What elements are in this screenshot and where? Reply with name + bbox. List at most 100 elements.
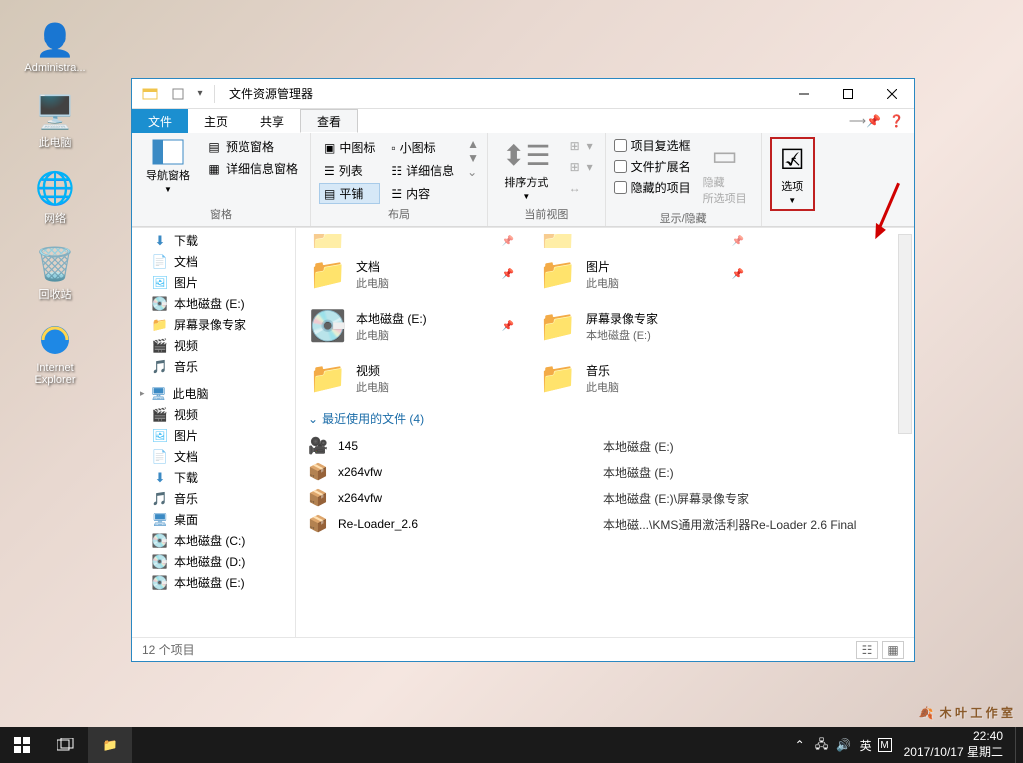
group-by-button[interactable]: ⊞▾ bbox=[563, 137, 597, 155]
preview-pane-icon: ▤ bbox=[206, 139, 222, 155]
close-button[interactable] bbox=[870, 80, 914, 108]
folder-icon: 📁 bbox=[308, 358, 348, 398]
tile-music[interactable]: 📁音乐此电脑 bbox=[526, 352, 756, 404]
nav-drive-e[interactable]: 💽本地磁盘 (E:) bbox=[132, 293, 295, 314]
sort-icon: ⬍☰ bbox=[502, 139, 551, 172]
file-list-pane[interactable]: 📁 📌 📁 📌 📁文档此电脑📌 📁图片此电脑📌 💽本地磁盘 (E:)此电脑📌 📁屏幕… bbox=[296, 228, 914, 637]
watermark: 🍂 木 叶 工 作 室 bbox=[919, 704, 1013, 721]
item-count: 12 个项目 bbox=[142, 641, 195, 658]
taskbar-file-explorer[interactable]: 📁 bbox=[88, 727, 132, 763]
tile-documents[interactable]: 📁文档此电脑📌 bbox=[296, 248, 526, 300]
ime-indicator[interactable]: 英 bbox=[856, 735, 876, 755]
folder-icon: 📁 bbox=[538, 306, 578, 346]
start-button[interactable] bbox=[0, 727, 44, 763]
layout-details[interactable]: ☷详细信息 bbox=[386, 160, 459, 181]
item-checkboxes-toggle[interactable]: 项目复选框 bbox=[614, 137, 691, 154]
layout-tiles[interactable]: ▤平铺 bbox=[319, 183, 380, 204]
layout-scroll-down[interactable]: ▼ bbox=[467, 151, 479, 165]
pin-icon: 📌 bbox=[502, 321, 514, 332]
details-pane-button[interactable]: ▦详细信息窗格 bbox=[202, 159, 302, 178]
nav-downloads[interactable]: ⬇下载 bbox=[132, 230, 295, 251]
vertical-scrollbar[interactable] bbox=[898, 234, 912, 434]
qat-properties[interactable] bbox=[168, 84, 188, 104]
ime-mode-icon[interactable]: M bbox=[878, 738, 892, 752]
navigation-pane[interactable]: ⬇下载 📄文档 🖼图片 💽本地磁盘 (E:) 📁屏幕录像专家 🎬视频 🎵音乐 ▸… bbox=[132, 228, 296, 637]
layout-scroll-up[interactable]: ▲ bbox=[467, 137, 479, 151]
preview-pane-button[interactable]: ▤预览窗格 bbox=[202, 137, 302, 156]
chevron-down-icon: ⌄ bbox=[308, 412, 318, 426]
details-view-button[interactable]: ☷ bbox=[856, 641, 878, 659]
pin-icon: 📌 bbox=[502, 269, 514, 280]
nav-thispc-drive-c[interactable]: 💽本地磁盘 (C:) bbox=[132, 530, 295, 551]
window-title: 文件资源管理器 bbox=[229, 85, 313, 102]
hidden-items-toggle[interactable]: 隐藏的项目 bbox=[614, 179, 691, 196]
size-columns-button[interactable]: ↔ bbox=[563, 179, 597, 197]
desktop-icon-ie[interactable]: Internet Explorer bbox=[20, 320, 90, 386]
recycle-bin-icon: 🗑️ bbox=[35, 244, 75, 284]
nav-thispc-music[interactable]: 🎵音乐 bbox=[132, 488, 295, 509]
ribbon-group-options: ☑↖ 选项 ▼ bbox=[762, 133, 823, 226]
nav-thispc-drive-e[interactable]: 💽本地磁盘 (E:) bbox=[132, 572, 295, 593]
nav-pictures[interactable]: 🖼图片 bbox=[132, 272, 295, 293]
layout-content[interactable]: ☱内容 bbox=[386, 183, 459, 204]
layout-medium-icons[interactable]: ▣中图标 bbox=[319, 137, 380, 158]
sort-by-button[interactable]: ⬍☰ 排序方式 ▼ bbox=[496, 137, 557, 203]
ie-icon bbox=[35, 320, 75, 360]
app-icon bbox=[138, 82, 162, 106]
recent-file-2[interactable]: 📦x264vfw本地磁盘 (E:)\屏幕录像专家 bbox=[296, 485, 914, 511]
tab-view[interactable]: 查看 bbox=[300, 109, 358, 133]
nav-music[interactable]: 🎵音乐 bbox=[132, 356, 295, 377]
tab-share[interactable]: 共享 bbox=[244, 109, 300, 133]
file-extensions-toggle[interactable]: 文件扩展名 bbox=[614, 158, 691, 175]
ribbon-pin-icon[interactable]: ⟶📌 bbox=[849, 114, 881, 128]
tiles-view-button[interactable]: ▦ bbox=[882, 641, 904, 659]
layout-expand[interactable]: ⌄ bbox=[467, 165, 479, 179]
layout-list[interactable]: ☰列表 bbox=[319, 160, 380, 181]
add-columns-button[interactable]: ⊞▾ bbox=[563, 158, 597, 176]
nav-documents[interactable]: 📄文档 bbox=[132, 251, 295, 272]
taskbar-clock[interactable]: 22:40 2017/10/17 星期二 bbox=[894, 729, 1013, 760]
help-icon[interactable]: ❓ bbox=[889, 114, 904, 128]
navigation-pane-button[interactable]: 导航窗格 ▼ bbox=[140, 137, 196, 196]
options-button[interactable]: ☑↖ 选项 ▼ bbox=[770, 137, 815, 211]
nav-thispc-downloads[interactable]: ⬇下载 bbox=[132, 467, 295, 488]
show-desktop-button[interactable] bbox=[1015, 727, 1019, 763]
maximize-button[interactable] bbox=[826, 80, 870, 108]
taskbar: 📁 ⌃ 🖧 🔊 英 M 22:40 2017/10/17 星期二 bbox=[0, 727, 1023, 763]
file-explorer-window: ▾ 文件资源管理器 文件 主页 共享 查看 ⟶📌 ❓ 导航窗格 ▼ bbox=[131, 78, 915, 662]
layout-small-icons[interactable]: ▫小图标 bbox=[386, 137, 459, 158]
nav-this-pc[interactable]: ▸🖥此电脑 bbox=[132, 383, 295, 404]
tab-file[interactable]: 文件 bbox=[132, 109, 188, 133]
nav-thispc-documents[interactable]: 📄文档 bbox=[132, 446, 295, 467]
nav-screen-recorder[interactable]: 📁屏幕录像专家 bbox=[132, 314, 295, 335]
tray-volume-icon[interactable]: 🔊 bbox=[834, 735, 854, 755]
nav-thispc-pictures[interactable]: 🖼图片 bbox=[132, 425, 295, 446]
recent-file-1[interactable]: 📦x264vfw本地磁盘 (E:) bbox=[296, 459, 914, 485]
ribbon-tabs: 文件 主页 共享 查看 ⟶📌 ❓ bbox=[132, 109, 914, 133]
titlebar[interactable]: ▾ 文件资源管理器 bbox=[132, 79, 914, 109]
tray-network-icon[interactable]: 🖧 bbox=[812, 735, 832, 755]
tray-chevron-icon[interactable]: ⌃ bbox=[790, 735, 810, 755]
minimize-button[interactable] bbox=[782, 80, 826, 108]
desktop-icon-recycle-bin[interactable]: 🗑️回收站 bbox=[20, 244, 90, 302]
ribbon-group-layout: ▣中图标 ▫小图标 ☰列表 ☷详细信息 ▤平铺 ☱内容 ▲▼⌄ 布局 bbox=[311, 133, 488, 226]
desktop-icon-administrator[interactable]: 👤Administra... bbox=[20, 20, 90, 74]
nav-videos[interactable]: 🎬视频 bbox=[132, 335, 295, 356]
desktop-icon-network[interactable]: 🌐网络 bbox=[20, 168, 90, 226]
computer-icon: 🖥️ bbox=[35, 92, 75, 132]
tile-screen-recorder[interactable]: 📁屏幕录像专家本地磁盘 (E:) bbox=[526, 300, 756, 352]
qat-dropdown[interactable]: ▾ bbox=[190, 84, 210, 104]
nav-thispc-desktop[interactable]: 🖥桌面 bbox=[132, 509, 295, 530]
nav-thispc-drive-d[interactable]: 💽本地磁盘 (D:) bbox=[132, 551, 295, 572]
recent-file-0[interactable]: 🎥145本地磁盘 (E:) bbox=[296, 433, 914, 459]
task-view-button[interactable] bbox=[44, 727, 88, 763]
nav-thispc-videos[interactable]: 🎬视频 bbox=[132, 404, 295, 425]
hide-selected-button[interactable]: ▭ 隐藏 所选项目 bbox=[697, 137, 753, 208]
tab-home[interactable]: 主页 bbox=[188, 109, 244, 133]
tile-drive-e[interactable]: 💽本地磁盘 (E:)此电脑📌 bbox=[296, 300, 526, 352]
recent-files-header[interactable]: ⌄最近使用的文件 (4) bbox=[296, 404, 914, 433]
tile-videos[interactable]: 📁视频此电脑 bbox=[296, 352, 526, 404]
desktop-icon-this-pc[interactable]: 🖥️此电脑 bbox=[20, 92, 90, 150]
tile-pictures[interactable]: 📁图片此电脑📌 bbox=[526, 248, 756, 300]
recent-file-3[interactable]: 📦Re-Loader_2.6本地磁...\KMS通用激活利器Re-Loader … bbox=[296, 511, 914, 537]
